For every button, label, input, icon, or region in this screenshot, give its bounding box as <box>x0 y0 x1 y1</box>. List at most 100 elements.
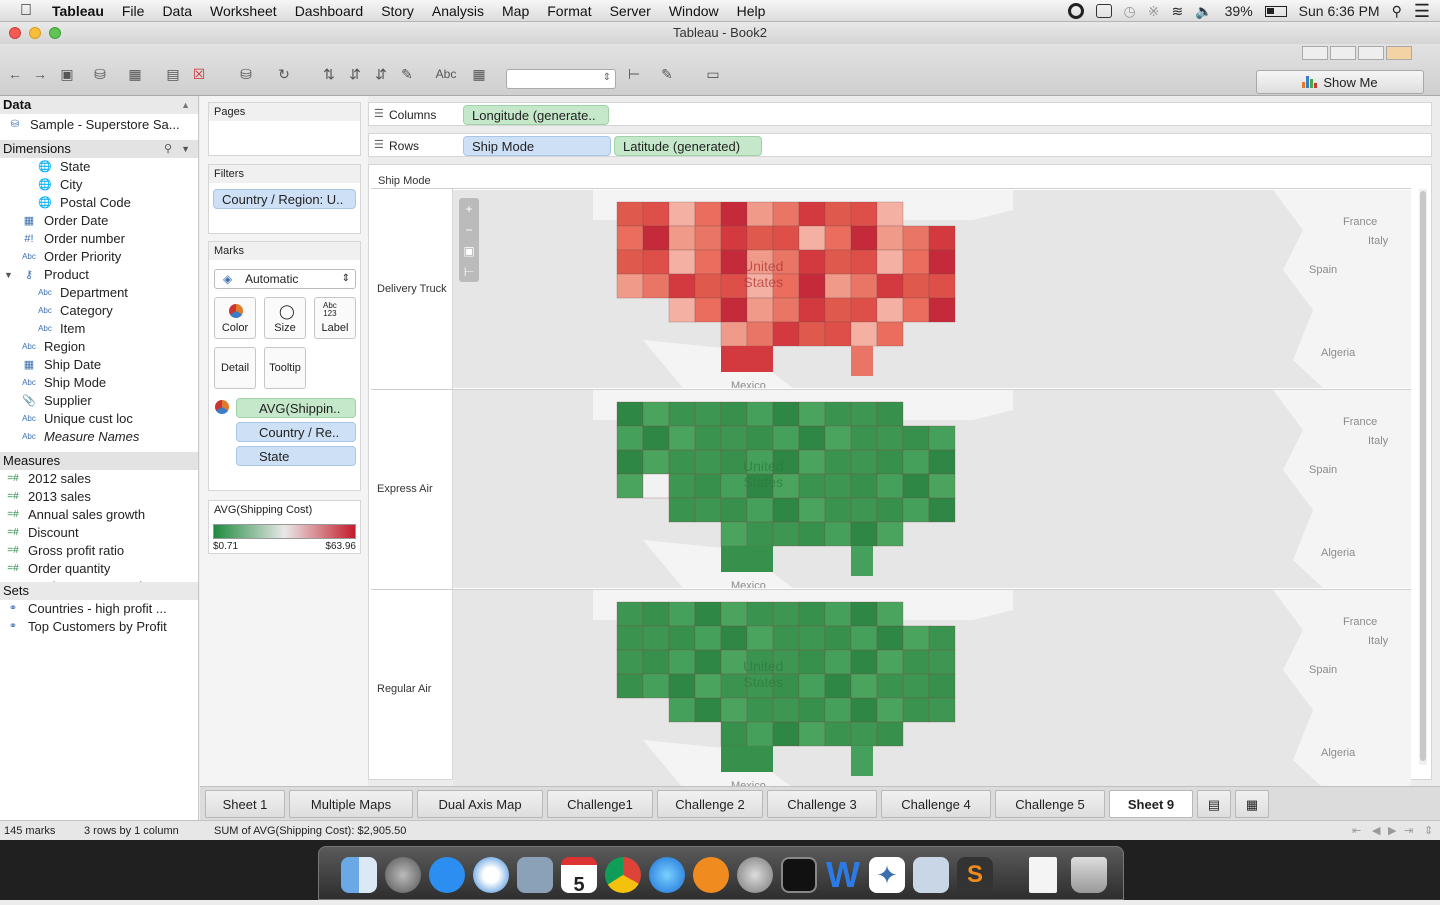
show-labels-button[interactable]: Abc <box>433 66 459 82</box>
collapse-arrow-icon[interactable]: ▼ <box>4 266 13 284</box>
rows-pill-ship-mode[interactable]: Ship Mode <box>463 136 611 156</box>
list-icon[interactable]: ☰ <box>1414 1 1430 22</box>
size-button[interactable]: ◯ Size <box>264 297 306 339</box>
sublime-icon[interactable]: S <box>957 857 993 893</box>
sheet-tab[interactable]: Multiple Maps <box>289 790 413 818</box>
presentation-mode-icon[interactable]: ▭ <box>704 66 722 82</box>
preview-icon[interactable] <box>913 857 949 893</box>
refresh-icon[interactable]: ↻ <box>275 66 293 82</box>
forward-icon[interactable]: → <box>31 66 49 82</box>
itunes-icon[interactable] <box>649 857 685 893</box>
document-icon[interactable] <box>1029 857 1057 893</box>
duplicate-icon[interactable]: ▤ <box>164 66 182 82</box>
swap-icon[interactable]: ⇅ <box>320 66 338 82</box>
finder-icon[interactable] <box>341 857 377 893</box>
map-pane[interactable]: United States France Italy Spain Algeria Mexi… <box>453 590 1411 788</box>
battery-icon[interactable] <box>1264 5 1287 17</box>
menu-window[interactable]: Window <box>669 3 719 19</box>
launchpad-icon[interactable] <box>385 857 421 893</box>
battery-percent[interactable]: 39% <box>1225 3 1253 19</box>
last-page-icon[interactable]: ⇥ <box>1404 821 1413 841</box>
dimension-field[interactable]: Abc Unique cust loc <box>0 410 198 428</box>
vertical-scrollbar[interactable] <box>1419 189 1427 765</box>
set-field[interactable]: ⚭ Top Customers by Profit <box>0 618 198 636</box>
sheet-tab[interactable]: Challenge 5 <box>995 790 1105 818</box>
dimension-field[interactable]: ▦ Order Date <box>0 212 198 230</box>
terminal-icon[interactable] <box>781 857 817 893</box>
fit-icon[interactable]: ▦ <box>470 66 488 82</box>
show-me-button[interactable]: Show Me <box>1256 70 1424 94</box>
label-button[interactable]: Abc 123 Label <box>314 297 356 339</box>
map-pane[interactable]: + − ▣ ⊢ United States France Italy Spain Algeria… <box>453 190 1411 388</box>
sort-desc-icon[interactable]: ⇵ <box>372 66 390 82</box>
menu-dashboard[interactable]: Dashboard <box>295 3 364 19</box>
sheet-tab[interactable]: Challenge1 <box>547 790 653 818</box>
safari-icon[interactable] <box>473 857 509 893</box>
minimize-button[interactable] <box>29 27 41 39</box>
new-worksheet-icon[interactable]: ▦ <box>126 66 144 82</box>
wifi-icon[interactable]: ≋ <box>1171 3 1183 20</box>
dimension-field[interactable]: 🌐 Postal Code <box>0 194 198 212</box>
dropdown-icon[interactable]: ▼ <box>181 140 190 158</box>
sheet-tab[interactable]: Challenge 2 <box>657 790 763 818</box>
fit-select[interactable]: ⇕ <box>506 69 616 89</box>
color-legend[interactable]: AVG(Shipping Cost) $0.71 $63.96 <box>208 500 361 554</box>
marks-pill-country[interactable]: Country / Re.. <box>236 422 356 442</box>
sheet-tab[interactable]: Challenge 4 <box>881 790 991 818</box>
sheet-tab[interactable]: Sheet 1 <box>205 790 285 818</box>
rows-shelf[interactable]: ☰ Rows Ship Mode Latitude (generated) <box>368 133 1432 157</box>
measure-field[interactable]: =# Discount <box>0 524 198 542</box>
dimension-field[interactable]: 📎 Supplier <box>0 392 198 410</box>
dimension-field[interactable]: Abc Ship Mode <box>0 374 198 392</box>
mark-type-select[interactable]: ◈ Automatic ⇕ <box>214 269 356 289</box>
dimension-field[interactable]: Abc Region <box>0 338 198 356</box>
datasource-item[interactable]: ⛁ Sample - Superstore Sa... <box>0 114 198 136</box>
dimension-field[interactable]: 🌐 City <box>0 176 198 194</box>
sheet-tab[interactable]: Challenge 3 <box>767 790 877 818</box>
tableau-icon[interactable]: ✦ <box>869 857 905 893</box>
clear-sheet-icon[interactable]: ☒ <box>190 66 208 82</box>
highlight-icon[interactable]: ✎ <box>398 66 416 82</box>
menu-file[interactable]: File <box>122 3 145 19</box>
search-icon[interactable]: ⚲ <box>164 140 172 158</box>
menu-format[interactable]: Format <box>547 3 591 19</box>
apple-icon[interactable]:  <box>20 2 36 19</box>
menu-story[interactable]: Story <box>381 3 414 19</box>
zoom-area-icon[interactable]: ▣ <box>463 244 474 258</box>
time-machine-icon[interactable]: ◷ <box>1124 3 1136 20</box>
volume-icon[interactable]: 🔈 <box>1195 3 1212 20</box>
menu-help[interactable]: Help <box>737 3 766 19</box>
chrome-icon[interactable] <box>605 857 641 893</box>
close-button[interactable] <box>9 27 21 39</box>
dimension-field[interactable]: 🌐 State <box>0 158 198 176</box>
dimension-field[interactable]: Abc Department <box>0 284 198 302</box>
first-page-icon[interactable]: ⇤ <box>1352 821 1361 841</box>
dimension-field[interactable]: Abc Category <box>0 302 198 320</box>
menu-worksheet[interactable]: Worksheet <box>210 3 277 19</box>
pin-map-icon[interactable]: ⊢ <box>464 265 474 279</box>
rows-pill-latitude[interactable]: Latitude (generated) <box>614 136 762 156</box>
menu-data[interactable]: Data <box>162 3 192 19</box>
mail-icon[interactable] <box>517 857 553 893</box>
trash-icon[interactable] <box>1071 857 1107 893</box>
dimension-field[interactable]: Abc Item <box>0 320 198 338</box>
spotlight-icon[interactable]: ⚲ <box>1392 3 1402 20</box>
tooltip-button[interactable]: Tooltip <box>264 347 306 389</box>
window-icon[interactable] <box>1095 4 1112 18</box>
save-icon[interactable]: ▣ <box>58 66 76 82</box>
resize-icon[interactable]: ⇕ <box>1424 821 1433 841</box>
dimension-field[interactable]: Abc Measure Names <box>0 428 198 446</box>
menu-map[interactable]: Map <box>502 3 529 19</box>
menu-analysis[interactable]: Analysis <box>432 3 484 19</box>
datasource-icon[interactable]: ⛁ <box>91 66 109 82</box>
bluetooth-icon[interactable]: ※ <box>1148 3 1160 20</box>
pages-card[interactable]: Pages <box>208 102 361 156</box>
sheet-tab[interactable]: Sheet 9 <box>1109 790 1193 818</box>
word-icon[interactable]: W <box>825 857 861 893</box>
home-icon[interactable] <box>1386 46 1412 60</box>
scroll-thumb[interactable] <box>1420 191 1426 761</box>
sort-arrow-icon[interactable]: ▲ <box>181 96 190 114</box>
new-dashboard-tab-icon[interactable]: ▦ <box>1235 790 1269 818</box>
measure-field[interactable]: =# 2013 sales <box>0 488 198 506</box>
presentation-icon[interactable] <box>1302 46 1328 60</box>
